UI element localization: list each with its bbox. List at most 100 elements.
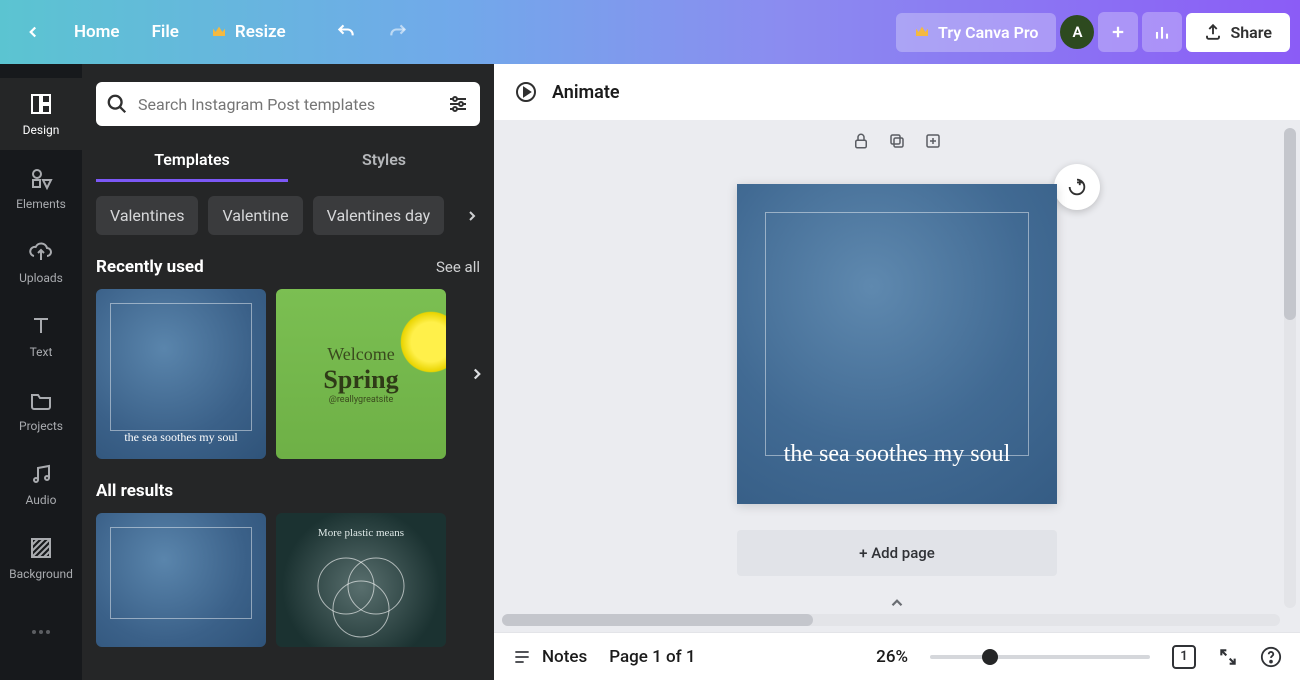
suggestion-chips: Valentines Valentine Valentines day — [96, 196, 480, 235]
template-thumb-sea-2[interactable] — [96, 513, 266, 647]
rail-more[interactable] — [0, 596, 82, 668]
shapes-icon — [28, 165, 54, 191]
chip-valentines-day[interactable]: Valentines day — [313, 196, 445, 235]
add-page-icon — [924, 132, 942, 150]
avatar[interactable]: A — [1060, 15, 1094, 49]
share-button[interactable]: Share — [1186, 13, 1290, 52]
resize-label: Resize — [235, 22, 286, 42]
magic-button[interactable] — [1054, 164, 1100, 210]
lock-icon — [852, 132, 870, 150]
fullscreen-button[interactable] — [1218, 647, 1238, 667]
all-results-heading: All results — [96, 481, 173, 501]
flower-icon — [396, 307, 446, 377]
music-icon — [28, 461, 54, 487]
rail-background[interactable]: Background — [0, 522, 82, 594]
rail-text[interactable]: Text — [0, 300, 82, 372]
hatch-icon — [28, 535, 54, 561]
undo-button[interactable] — [322, 14, 370, 50]
editor-area: Animate the sea soothes my soul + Add pa… — [494, 64, 1300, 680]
rail-audio[interactable]: Audio — [0, 448, 82, 520]
chevron-right-icon — [468, 365, 486, 383]
thumb-line: @reallygreatsite — [329, 395, 393, 405]
add-button[interactable] — [1098, 12, 1138, 52]
redo-icon — [388, 22, 408, 42]
share-label: Share — [1230, 23, 1272, 42]
dots-icon — [28, 619, 54, 645]
animate-icon[interactable] — [514, 80, 538, 104]
left-rail: Design Elements Uploads Text Projects Au… — [0, 64, 82, 680]
search-input[interactable] — [138, 95, 436, 114]
rail-elements[interactable]: Elements — [0, 152, 82, 224]
expand-icon — [1218, 647, 1238, 667]
rail-text-label: Text — [30, 345, 53, 359]
search-icon — [106, 93, 128, 115]
pages-drawer-toggle[interactable] — [888, 594, 906, 612]
home-button[interactable]: Home — [60, 14, 134, 50]
template-thumb-plastic[interactable]: More plastic means — [276, 513, 446, 647]
page-toolbar — [852, 132, 942, 150]
rail-design[interactable]: Design — [0, 78, 82, 150]
rail-projects[interactable]: Projects — [0, 374, 82, 446]
templates-panel: Templates Styles Valentines Valentine Va… — [82, 64, 494, 680]
see-all-link[interactable]: See all — [436, 258, 480, 276]
filter-icon[interactable] — [446, 92, 470, 116]
notes-label: Notes — [542, 647, 587, 667]
file-menu[interactable]: File — [138, 14, 193, 50]
recently-used-heading: Recently used — [96, 257, 204, 277]
canvas-area[interactable]: the sea soothes my soul + Add page — [494, 120, 1300, 632]
add-page-button[interactable]: + Add page — [737, 530, 1057, 576]
search-bar[interactable] — [96, 82, 480, 126]
slider-knob[interactable] — [982, 649, 998, 665]
thumb-frame — [110, 527, 252, 619]
canvas-text[interactable]: the sea soothes my soul — [737, 441, 1057, 468]
rail-background-label: Background — [9, 567, 73, 581]
plus-icon — [1109, 23, 1127, 41]
insights-button[interactable] — [1142, 12, 1182, 52]
crown-icon — [211, 24, 227, 40]
tab-styles[interactable]: Styles — [288, 140, 480, 182]
lock-page-button[interactable] — [852, 132, 870, 150]
bar-chart-icon — [1152, 22, 1172, 42]
back-button[interactable] — [10, 15, 56, 49]
zoom-slider[interactable] — [930, 655, 1150, 659]
chips-scroll-right[interactable] — [464, 208, 480, 224]
rail-uploads[interactable]: Uploads — [0, 226, 82, 298]
rail-audio-label: Audio — [26, 493, 57, 507]
cloud-upload-icon — [28, 239, 54, 265]
rail-projects-label: Projects — [19, 419, 63, 433]
footer-bar: Notes Page 1 of 1 26% 1 — [494, 632, 1300, 680]
grid-icon — [28, 91, 54, 117]
zoom-value[interactable]: 26% — [876, 647, 908, 667]
chip-valentines[interactable]: Valentines — [96, 196, 198, 235]
resize-button[interactable]: Resize — [197, 14, 300, 50]
chevron-right-icon — [464, 208, 480, 224]
canvas-frame — [765, 212, 1029, 456]
animate-button[interactable]: Animate — [552, 82, 620, 103]
panel-tabs: Templates Styles — [96, 140, 480, 182]
thumb-frame — [110, 303, 252, 431]
scrollbar-thumb[interactable] — [1284, 128, 1296, 320]
thumb-line: Welcome — [327, 344, 395, 365]
canvas-page[interactable]: the sea soothes my soul — [737, 184, 1057, 504]
duplicate-page-button[interactable] — [888, 132, 906, 150]
template-thumb-sea[interactable]: the sea soothes my soul — [96, 289, 266, 459]
thumb-caption: More plastic means — [276, 527, 446, 539]
rail-elements-label: Elements — [16, 197, 66, 211]
top-bar: Home File Resize Try Canva Pro A Share — [0, 0, 1300, 64]
help-button[interactable] — [1260, 646, 1282, 668]
horizontal-scrollbar[interactable] — [502, 614, 1280, 626]
redo-button[interactable] — [374, 14, 422, 50]
copy-icon — [888, 132, 906, 150]
page-count-badge[interactable]: 1 — [1172, 645, 1196, 669]
try-pro-button[interactable]: Try Canva Pro — [896, 13, 1056, 52]
thumb-line: Spring — [323, 365, 398, 395]
chip-valentine[interactable]: Valentine — [208, 196, 302, 235]
thumb-caption: the sea soothes my soul — [96, 430, 266, 445]
template-thumb-spring[interactable]: Welcome Spring @reallygreatsite — [276, 289, 446, 459]
vertical-scrollbar[interactable] — [1284, 128, 1296, 608]
scrollbar-thumb[interactable] — [502, 614, 813, 626]
add-page-icon-button[interactable] — [924, 132, 942, 150]
notes-button[interactable]: Notes — [512, 647, 587, 667]
tab-templates[interactable]: Templates — [96, 140, 288, 182]
row-scroll-right[interactable] — [468, 365, 486, 383]
